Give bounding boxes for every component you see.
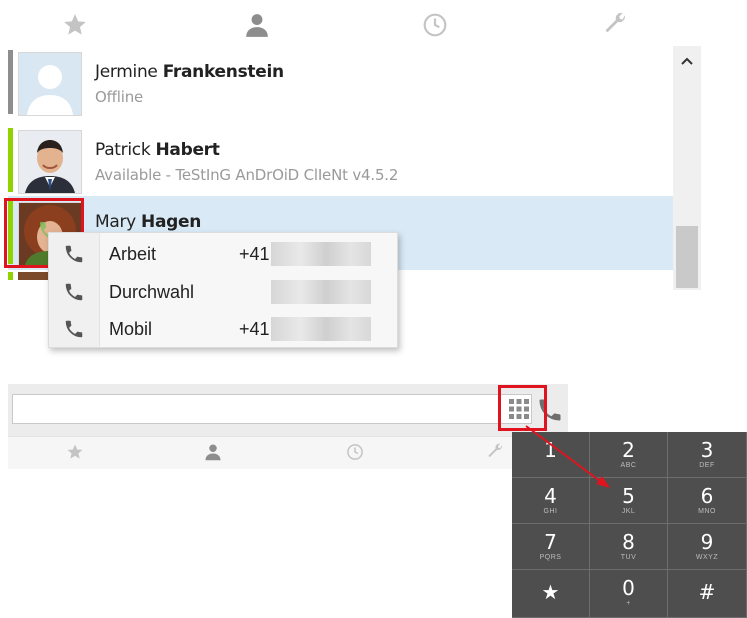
contact-name: Mary Hagen	[95, 212, 202, 232]
phone-type-label: Durchwahl	[109, 282, 195, 302]
wrench-icon	[488, 443, 502, 458]
key-letters: JKL	[621, 508, 636, 515]
key-digit: 9	[700, 530, 714, 554]
person-icon	[205, 444, 221, 461]
redacted-number	[271, 317, 371, 341]
key-letters: TUV	[620, 554, 637, 561]
key-digit: 8	[622, 530, 635, 554]
dialpad-key-7[interactable]: 7 PQRS	[512, 524, 590, 570]
contacts-tab[interactable]	[240, 8, 274, 42]
redacted-number	[271, 242, 371, 266]
dialpad-key-9[interactable]: 9 WXYZ	[668, 524, 747, 570]
key-digit: #	[698, 580, 716, 604]
dialpad-key-0[interactable]: 0 +	[590, 570, 668, 618]
dialpad-key-6[interactable]: 6 MNO	[668, 478, 747, 524]
man-photo-icon	[19, 131, 81, 193]
presence-indicator	[8, 128, 13, 192]
person-icon	[246, 14, 268, 37]
key-digit: 0	[622, 576, 635, 600]
history-tab[interactable]	[340, 437, 370, 467]
star-icon	[67, 444, 83, 459]
presence-indicator	[8, 50, 13, 114]
presence-indicator	[8, 272, 13, 280]
phone-type-label: Mobil	[109, 319, 153, 339]
favorites-tab[interactable]	[58, 8, 92, 42]
phone-menu-item[interactable]: Mobil +41	[49, 310, 397, 346]
avatar	[18, 272, 48, 280]
phone-number: +41	[239, 319, 270, 339]
phone-type-label: Arbeit	[109, 244, 157, 264]
annotation-arrow	[525, 425, 610, 488]
top-tab-bar	[0, 0, 747, 46]
key-letters: WXYZ	[695, 554, 719, 561]
chevron-up-icon	[681, 57, 693, 65]
dialpad-key-3[interactable]: 3 DEF	[668, 432, 747, 478]
search-input[interactable]	[12, 394, 532, 424]
key-letters: DEF	[699, 462, 715, 469]
contact-list-scrollbar[interactable]	[673, 46, 701, 290]
contact-name: Jermine Frankenstein	[95, 62, 284, 82]
key-digit: 6	[700, 484, 714, 508]
contact-name: Patrick Habert	[95, 140, 220, 160]
scroll-thumb[interactable]	[676, 226, 698, 288]
contact-status: Offline	[95, 88, 144, 106]
clock-icon	[347, 444, 363, 460]
bottom-tab-bar	[8, 436, 518, 469]
history-tab[interactable]	[418, 8, 452, 42]
phone-menu-item[interactable]: Durchwahl	[49, 273, 397, 309]
key-digit: 3	[700, 438, 714, 462]
wrench-icon	[605, 12, 625, 33]
avatar	[18, 130, 82, 194]
redacted-number	[271, 280, 371, 304]
default-avatar-icon	[19, 53, 81, 115]
phone-menu-item[interactable]: Arbeit +41	[49, 235, 397, 271]
scroll-up-button[interactable]	[673, 46, 701, 76]
key-digit: ★	[541, 580, 560, 604]
dialpad-key-hash[interactable]: #	[668, 570, 747, 618]
phone-icon	[65, 245, 83, 263]
key-letters: GHI	[543, 508, 558, 515]
star-icon	[64, 14, 86, 35]
contact-row[interactable]: Patrick Habert Available - TeStInG AnDrO…	[8, 124, 673, 198]
dialpad-key-8[interactable]: 8 TUV	[590, 524, 668, 570]
dialpad-key-star[interactable]: ★	[512, 570, 590, 618]
key-letters: MNO	[698, 508, 716, 515]
phone-number: +41	[239, 244, 270, 264]
settings-tab[interactable]	[480, 437, 510, 467]
key-letters: +	[626, 600, 631, 607]
phone-icon	[65, 320, 83, 338]
settings-tab[interactable]	[598, 8, 632, 42]
contact-row[interactable]: Jermine Frankenstein Offline	[8, 46, 673, 120]
search-bar	[8, 384, 568, 436]
clock-icon	[423, 13, 447, 37]
favorites-tab[interactable]	[60, 437, 90, 467]
phone-number-menu: Arbeit +41 Durchwahl Mobil +41	[48, 232, 398, 348]
phone-icon	[65, 283, 83, 301]
key-digit: 7	[544, 530, 557, 554]
contact-status: Available - TeStInG AnDrOiD ClIeNt v4.5.…	[95, 166, 399, 184]
avatar	[18, 52, 82, 116]
key-letters: PQRS	[539, 554, 562, 561]
contacts-tab[interactable]	[198, 437, 228, 467]
